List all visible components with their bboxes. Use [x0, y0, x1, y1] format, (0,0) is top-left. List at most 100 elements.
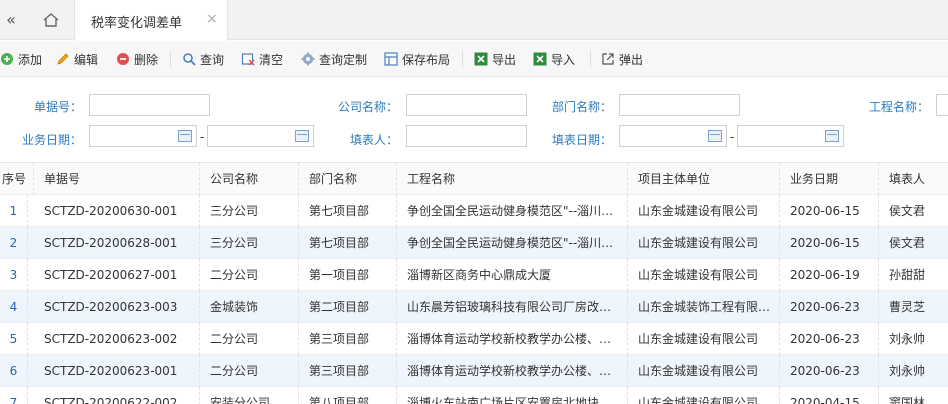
main-unit-cell: 山东金城建设有限公司	[628, 355, 780, 387]
filler-label: 填表人：	[350, 133, 399, 147]
row-index: 3	[0, 259, 28, 291]
biz-date-end-input[interactable]	[207, 125, 314, 147]
header-index[interactable]: 序号	[0, 163, 34, 195]
add-icon	[0, 52, 14, 66]
project-input[interactable]	[936, 94, 948, 116]
toolbar-divider	[170, 51, 171, 67]
company-cell: 安装分公司	[200, 387, 299, 404]
tab-bar: « 税率变化调差单 ×	[0, 0, 948, 41]
project-label: 工程名称：	[869, 100, 930, 114]
doc-no-cell: SCTZD-20200630-001	[34, 195, 200, 227]
table-row[interactable]: 1 SCTZD-20200630-001 三分公司 第七项目部 争创全国全民运动…	[0, 195, 948, 227]
close-icon[interactable]: ×	[206, 11, 218, 27]
company-cell: 三分公司	[200, 227, 299, 259]
save-layout-label: 保存布局	[402, 52, 451, 67]
header-filler[interactable]: 填表人	[879, 163, 948, 195]
project-cell: 争创全国全民运动健身模范区"--淄川…	[397, 195, 628, 227]
header-doc-no[interactable]: 单据号	[34, 163, 200, 195]
save-layout-button[interactable]: 保存布局	[384, 50, 450, 68]
biz-date-cell: 2020-06-19	[780, 259, 879, 291]
fill-date-start-input[interactable]	[619, 125, 727, 147]
calendar-icon[interactable]	[178, 130, 192, 142]
export-label: 导出	[492, 52, 517, 67]
row-index: 6	[0, 355, 28, 387]
biz-date-cell: 2020-06-23	[780, 355, 879, 387]
add-button[interactable]: 添加	[0, 50, 42, 68]
filler-input[interactable]	[406, 125, 527, 147]
filler-cell: 刘永帅	[889, 364, 926, 378]
query-custom-button[interactable]: 查询定制	[301, 50, 367, 68]
company-label: 公司名称：	[338, 100, 399, 114]
dept-cell: 第八项目部	[299, 387, 397, 404]
row-index: 4	[0, 291, 28, 323]
dept-cell: 第二项目部	[299, 291, 397, 323]
table-row[interactable]: 3 SCTZD-20200627-001 二分公司 第一项目部 淄博新区商务中心…	[0, 259, 948, 291]
fill-date-label: 填表日期：	[552, 133, 613, 147]
biz-date-cell: 2020-06-15	[780, 195, 879, 227]
clear-button[interactable]: 清空	[241, 50, 283, 68]
doc-no-cell: SCTZD-20200628-001	[34, 227, 200, 259]
doc-no-cell: SCTZD-20200623-003	[34, 291, 200, 323]
header-company[interactable]: 公司名称	[200, 163, 299, 195]
biz-date-cell: 2020-06-23	[780, 291, 879, 323]
doc-no-input[interactable]	[89, 94, 210, 116]
fill-date-end-input[interactable]	[737, 125, 844, 147]
biz-date-cell: 2020-06-23	[780, 323, 879, 355]
header-project[interactable]: 工程名称	[397, 163, 628, 195]
table-row[interactable]: 5 SCTZD-20200623-002 二分公司 第三项目部 淄博体育运动学校…	[0, 323, 948, 355]
biz-date-start-input[interactable]	[89, 125, 197, 147]
row-index: 1	[0, 195, 28, 227]
company-cell: 金城装饰	[200, 291, 299, 323]
tab-tax-rate-adjustment[interactable]: 税率变化调差单 ×	[74, 0, 228, 41]
table-row[interactable]: 2 SCTZD-20200628-001 三分公司 第七项目部 争创全国全民运动…	[0, 227, 948, 259]
query-button[interactable]: 查询	[182, 50, 224, 68]
popout-button[interactable]: 弹出	[601, 50, 643, 68]
toolbar-divider	[590, 51, 591, 67]
calendar-icon[interactable]	[825, 130, 839, 142]
delete-label: 删除	[134, 52, 159, 67]
edit-button[interactable]: 编辑	[56, 50, 98, 68]
pencil-icon	[56, 52, 70, 66]
table-header-row: 序号 单据号 公司名称 部门名称 工程名称 项目主体单位 业务日期 填表人	[0, 163, 948, 195]
table-row[interactable]: 6 SCTZD-20200623-001 二分公司 第三项目部 淄博体育运动学校…	[0, 355, 948, 387]
project-cell: 争创全国全民运动健身模范区"--淄川…	[397, 227, 628, 259]
import-label: 导入	[551, 52, 576, 67]
collapse-sidebar-icon[interactable]: «	[0, 6, 22, 34]
dept-cell: 第一项目部	[299, 259, 397, 291]
calendar-icon[interactable]	[295, 130, 309, 142]
company-cell: 二分公司	[200, 323, 299, 355]
clear-label: 清空	[259, 52, 284, 67]
filler-cell: 侯文君	[889, 204, 926, 218]
export-button[interactable]: 导出	[474, 50, 516, 68]
tab-label: 税率变化调差单	[91, 16, 183, 31]
company-cell: 二分公司	[200, 259, 299, 291]
dept-label: 部门名称：	[552, 100, 613, 114]
company-cell: 二分公司	[200, 355, 299, 387]
delete-button[interactable]: 删除	[116, 50, 158, 68]
popout-label: 弹出	[619, 52, 644, 67]
project-cell: 淄博火车站南广场片区安置房北地块…	[397, 387, 628, 404]
header-biz-date[interactable]: 业务日期	[780, 163, 879, 195]
project-cell: 淄博体育运动学校新校教学办公楼、…	[397, 323, 628, 355]
table-row[interactable]: 7 SCTZD-20200622-002 安装分公司 第八项目部 淄博火车站南广…	[0, 387, 948, 404]
date-range-dash: -	[200, 130, 205, 144]
dept-input[interactable]	[619, 94, 740, 116]
row-index: 2	[0, 227, 28, 259]
toolbar: 添加 编辑 删除 查询 清空 查询定制 保存布局 导出 导入 弹出	[0, 41, 948, 77]
header-dept[interactable]: 部门名称	[299, 163, 397, 195]
filler-cell: 孙甜甜	[889, 268, 926, 282]
calendar-icon[interactable]	[708, 130, 722, 142]
filler-cell: 刘永帅	[889, 332, 926, 346]
table-row[interactable]: 4 SCTZD-20200623-003 金城装饰 第二项目部 山东晨芳铝玻璃科…	[0, 291, 948, 323]
header-main-unit[interactable]: 项目主体单位	[628, 163, 780, 195]
toolbar-divider	[462, 51, 463, 67]
home-icon[interactable]	[34, 6, 68, 34]
filler-cell: 曹灵芝	[889, 300, 926, 314]
import-button[interactable]: 导入	[533, 50, 575, 68]
company-input[interactable]	[406, 94, 527, 116]
project-cell: 淄博新区商务中心鼎成大厦	[397, 259, 628, 291]
main-unit-cell: 山东金城建设有限公司	[628, 227, 780, 259]
doc-no-cell: SCTZD-20200622-002	[34, 387, 200, 404]
add-label: 添加	[18, 52, 43, 67]
edit-label: 编辑	[74, 52, 99, 67]
